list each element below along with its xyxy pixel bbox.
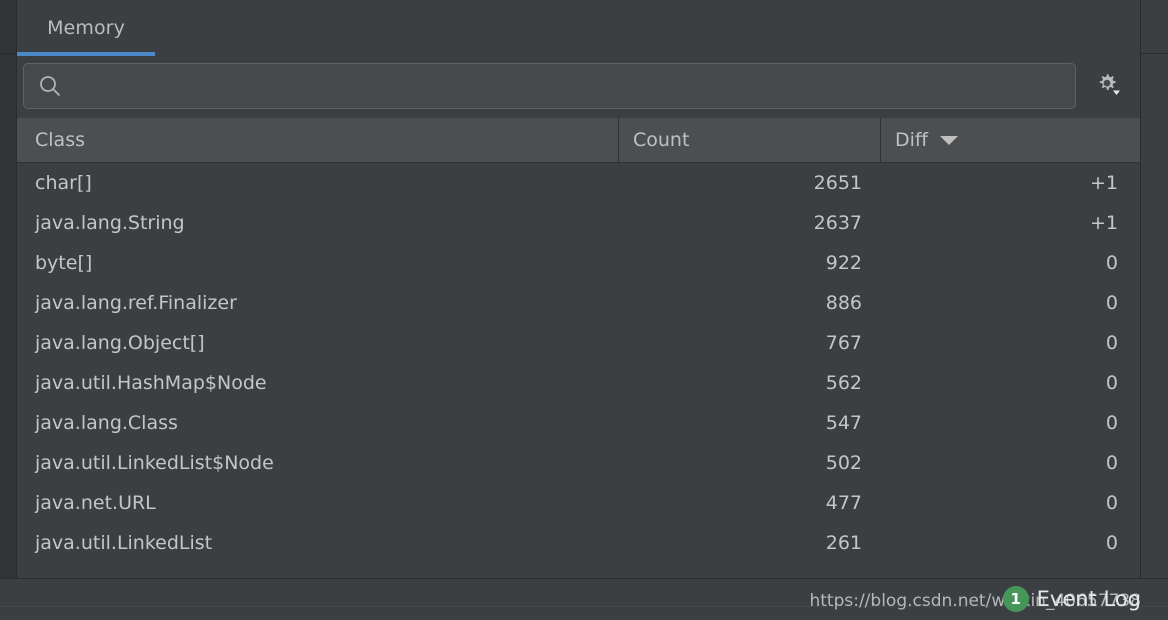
memory-class-table: Class Count Diff char[] 2651 +1 java.lang.S… [16,118,1141,578]
column-header-class[interactable]: Class [17,118,618,162]
cell-class: java.lang.Object[] [35,332,205,354]
event-log-label: Event Log [1036,587,1141,611]
cell-diff: +1 [1089,212,1118,234]
cell-count: 502 [825,452,862,474]
triangle-down-icon [940,135,958,145]
event-log-button[interactable]: 1 Event Log [1002,586,1141,612]
column-header-diff[interactable]: Diff [880,118,1140,162]
tab-memory[interactable]: Memory [17,0,155,56]
table-row[interactable]: java.util.LinkedList 261 0 [17,523,1140,563]
status-bar-divider [0,606,1168,607]
cell-class: java.net.URL [35,492,156,514]
cell-class: java.lang.ref.Finalizer [35,292,237,314]
gutter-divider [0,53,16,54]
cell-count: 886 [825,292,862,314]
search-toolbar [16,56,1141,118]
cell-class: java.lang.String [35,212,185,234]
cell-diff: 0 [1105,452,1118,474]
cell-count: 562 [825,372,862,394]
cell-diff: 0 [1105,252,1118,274]
table-row[interactable]: java.util.HashMap$Node 562 0 [17,363,1140,403]
cell-class: java.lang.Class [35,412,178,434]
column-header-count[interactable]: Count [618,118,880,162]
settings-button[interactable] [1088,68,1126,106]
cell-class: byte[] [35,252,93,274]
cell-count: 261 [825,532,862,554]
table-body: char[] 2651 +1 java.lang.String 2637 +1 byte[]… [17,163,1140,575]
gear-icon [1092,70,1122,104]
table-header-row: Class Count Diff [17,118,1140,163]
cell-count: 2637 [813,212,862,234]
search-box[interactable] [23,63,1076,109]
cell-diff: 0 [1105,492,1118,514]
cell-class: char[] [35,172,92,194]
cell-class: java.util.LinkedList$Node [35,452,274,474]
memory-tool-window: Memory Class Count Diff char[] 2651 +1 j… [0,0,1168,620]
status-bar: https://blog.csdn.net/weixin_40657738 1 … [0,578,1168,620]
right-gutter [1141,0,1168,578]
cell-count: 922 [825,252,862,274]
table-row[interactable]: char[] 2651 +1 [17,163,1140,203]
table-row[interactable]: java.net.URL 477 0 [17,483,1140,523]
cell-diff: 0 [1105,292,1118,314]
cell-class: java.util.LinkedList [35,532,213,554]
cell-count: 2651 [813,172,862,194]
column-header-count-label: Count [633,129,690,151]
tab-memory-label: Memory [47,17,125,39]
table-row[interactable]: java.util.LinkedList$Node 502 0 [17,443,1140,483]
table-row[interactable]: java.lang.Class 547 0 [17,403,1140,443]
table-row[interactable]: byte[] 922 0 [17,243,1140,283]
column-header-class-label: Class [35,129,85,151]
cell-count: 767 [825,332,862,354]
cell-diff: +1 [1089,172,1118,194]
cell-count: 547 [825,412,862,434]
table-row-partial[interactable] [17,563,1140,575]
cell-diff: 0 [1105,412,1118,434]
search-input[interactable] [70,76,1075,96]
tab-strip: Memory [16,0,1141,56]
cell-diff: 0 [1105,372,1118,394]
left-gutter [0,0,16,578]
cell-diff: 0 [1105,332,1118,354]
column-header-diff-label: Diff [895,129,928,151]
table-row[interactable]: java.lang.String 2637 +1 [17,203,1140,243]
cell-class: java.util.HashMap$Node [35,372,267,394]
event-log-badge: 1 [1002,586,1029,612]
table-row[interactable]: java.lang.ref.Finalizer 886 0 [17,283,1140,323]
cell-diff: 0 [1105,532,1118,554]
cell-count: 477 [825,492,862,514]
gutter-divider [1141,53,1168,54]
table-row[interactable]: java.lang.Object[] 767 0 [17,323,1140,363]
search-icon [38,74,62,98]
